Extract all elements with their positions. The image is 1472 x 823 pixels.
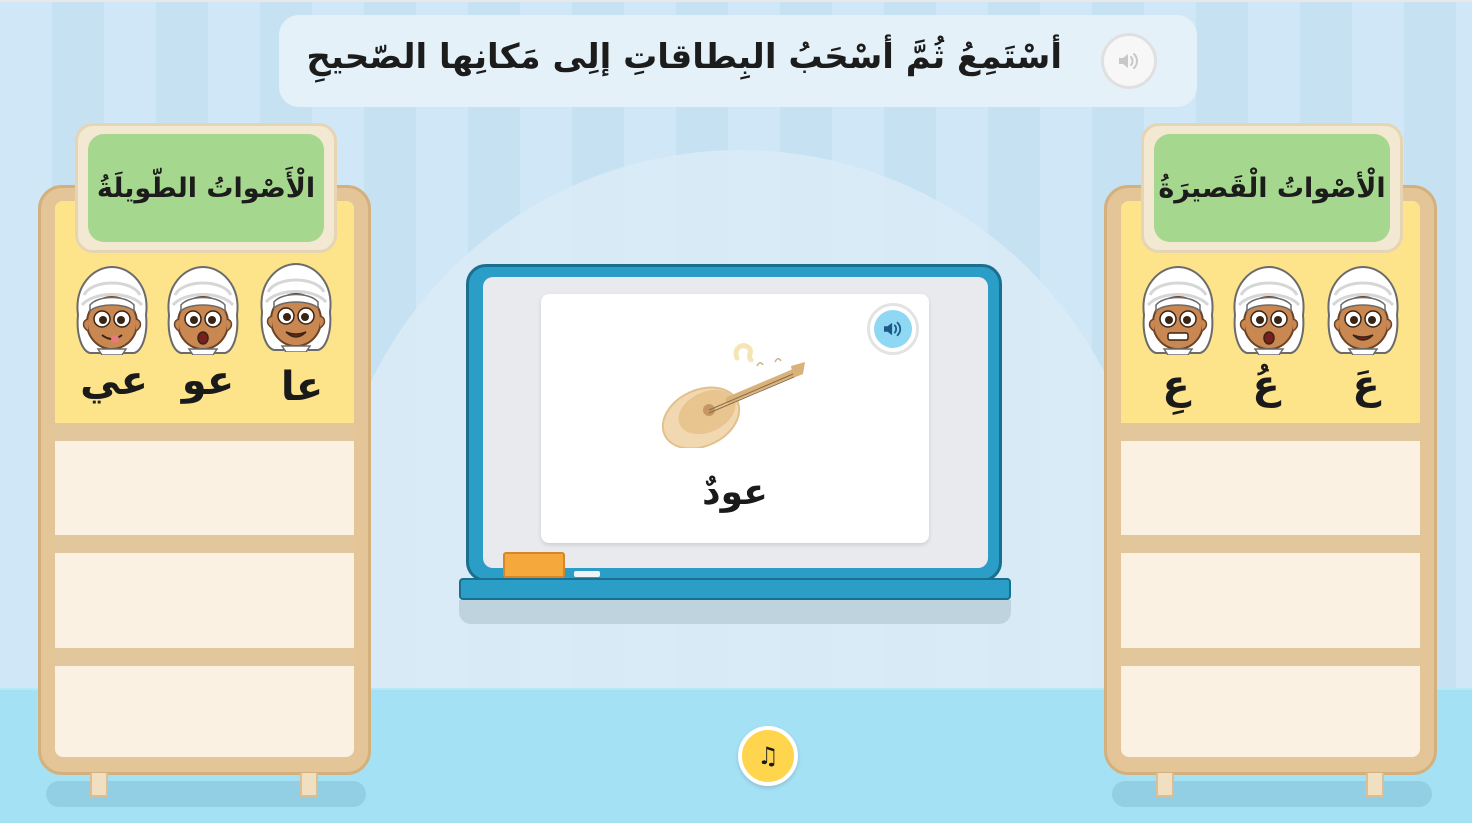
surprised-boy-face [1232, 265, 1306, 355]
whiteboard-ledge [459, 578, 1011, 600]
shelf-board [55, 423, 354, 441]
shelf-leg [1156, 773, 1174, 797]
shelf-leg [1366, 773, 1384, 797]
shelf-board [55, 535, 354, 553]
smiling-boy-face [1326, 265, 1400, 355]
sign-plate: الْأَصْواتُ الطّويلَةُ [88, 134, 324, 242]
tongue-out-boy-face [75, 265, 149, 355]
card-audio-circle [874, 310, 912, 348]
short-sounds-title: الْأصْواتُ الْقَصيرَةُ [1158, 172, 1386, 204]
shelf-board [1121, 648, 1420, 666]
speaker-icon [884, 321, 902, 337]
long-sound-label: عا [280, 364, 324, 410]
instruction-audio-button[interactable] [1101, 33, 1157, 89]
sign-plate: الْأصْواتُ الْقَصيرَةُ [1154, 134, 1390, 242]
game-stage: أسْتَمِعُ ثُمَّ أسْحَبُ البِطاقاتِ إلِى … [0, 0, 1472, 823]
shelf-board [1121, 535, 1420, 553]
card-audio-button[interactable] [867, 303, 919, 355]
shelf-board [1121, 423, 1420, 441]
long-sounds-sign: الْأَصْواتُ الطّويلَةُ [75, 123, 337, 253]
smiling-boy-face [259, 262, 333, 352]
surprised-boy-face [166, 265, 240, 355]
chalk [574, 571, 600, 577]
word-card[interactable]: عودٌ [541, 294, 929, 543]
short-sound-label: عِ [1162, 362, 1190, 408]
eraser [503, 552, 565, 578]
short-sound-label: عُ [1252, 362, 1280, 408]
top-divider [0, 0, 1472, 2]
instruction-banner: أسْتَمِعُ ثُمَّ أسْحَبُ البِطاقاتِ إلِى … [279, 15, 1197, 107]
oud-image [661, 343, 805, 448]
long-sound-label: عي [80, 358, 148, 404]
music-note-icon: ♫ [757, 742, 779, 770]
long-sounds-title: الْأَصْواتُ الطّويلَةُ [96, 172, 316, 204]
shelf-board [55, 648, 354, 666]
short-sound-label: عَ [1352, 362, 1380, 408]
music-toggle-button[interactable]: ♫ [738, 726, 798, 786]
board-shadow [459, 600, 1011, 624]
shelf-leg [90, 773, 108, 797]
card-word: عودٌ [702, 472, 768, 513]
speaker-icon [1119, 53, 1138, 69]
instruction-text: أسْتَمِعُ ثُمَّ أسْحَبُ البِطاقاتِ إلِى … [306, 37, 1062, 77]
long-sound-label: عو [181, 358, 235, 404]
grinning-boy-face [1141, 265, 1215, 355]
short-sounds-sign: الْأصْواتُ الْقَصيرَةُ [1141, 123, 1403, 253]
shelf-leg [300, 773, 318, 797]
